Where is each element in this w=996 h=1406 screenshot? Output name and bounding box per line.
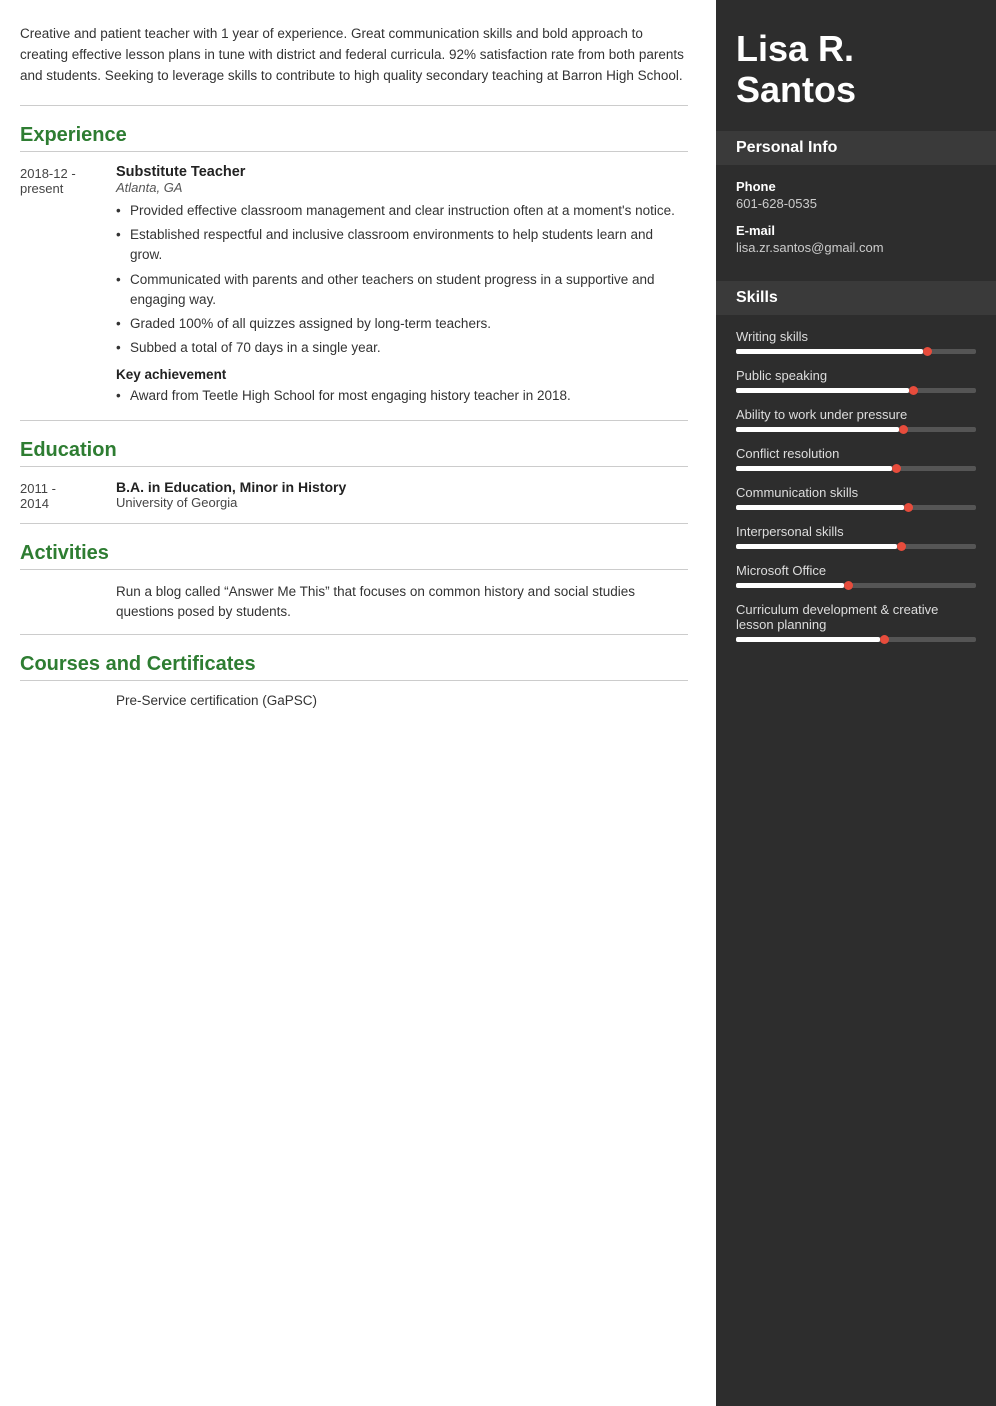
- skill-item: Interpersonal skills: [736, 524, 976, 549]
- summary-section: Creative and patient teacher with 1 year…: [20, 24, 688, 106]
- left-column: Creative and patient teacher with 1 year…: [0, 0, 716, 1406]
- skill-name: Public speaking: [736, 368, 976, 383]
- personal-info-section: Phone 601-628-0535 E-mail lisa.zr.santos…: [716, 165, 996, 281]
- email-value: lisa.zr.santos@gmail.com: [736, 240, 976, 255]
- key-achievement-label: Key achievement: [116, 367, 688, 382]
- skill-bar-fill: [736, 583, 844, 588]
- job-title: Substitute Teacher: [116, 164, 688, 180]
- skill-bar-bg: [736, 583, 976, 588]
- phone-label: Phone: [736, 179, 976, 194]
- skill-bar-dot: [880, 635, 889, 644]
- experience-content: Substitute Teacher Atlanta, GA Provided …: [116, 164, 688, 410]
- education-entry: 2011 - 2014 B.A. in Education, Minor in …: [20, 479, 688, 511]
- skill-bar-bg: [736, 349, 976, 354]
- skill-name: Communication skills: [736, 485, 976, 500]
- name-header: Lisa R. Santos: [716, 0, 996, 131]
- skill-bar-bg: [736, 505, 976, 510]
- skills-section: Writing skills Public speaking Ability to …: [716, 315, 996, 670]
- skill-name: Writing skills: [736, 329, 976, 344]
- skill-item: Public speaking: [736, 368, 976, 393]
- skill-bar-fill: [736, 427, 899, 432]
- experience-entry: 2018-12 - present Substitute Teacher Atl…: [20, 164, 688, 410]
- skill-bar-dot: [923, 347, 932, 356]
- skills-header: Skills: [716, 281, 996, 315]
- personal-info-header: Personal Info: [716, 131, 996, 165]
- skill-bar-dot: [844, 581, 853, 590]
- skill-bar-fill: [736, 505, 904, 510]
- experience-section: Experience 2018-12 - present Substitute …: [20, 124, 688, 421]
- bullet-item: Subbed a total of 70 days in a single ye…: [116, 338, 688, 358]
- resume-container: Creative and patient teacher with 1 year…: [0, 0, 996, 1406]
- skill-bar-fill: [736, 466, 892, 471]
- right-column: Lisa R. Santos Personal Info Phone 601-6…: [716, 0, 996, 1406]
- skill-bar-bg: [736, 466, 976, 471]
- bullet-item: Graded 100% of all quizzes assigned by l…: [116, 314, 688, 334]
- education-title: Education: [20, 439, 688, 467]
- edu-school: University of Georgia: [116, 495, 688, 510]
- courses-entry: Pre-Service certification (GaPSC): [20, 693, 688, 708]
- skill-bar-fill: [736, 637, 880, 642]
- skill-bar-dot: [899, 425, 908, 434]
- skill-bar-fill: [736, 388, 909, 393]
- skill-bar-bg: [736, 427, 976, 432]
- name-line2: Santos: [736, 69, 856, 110]
- skill-bar-bg: [736, 637, 976, 642]
- skill-name: Conflict resolution: [736, 446, 976, 461]
- skill-bar-dot: [897, 542, 906, 551]
- activities-entry: Run a blog called “Answer Me This” that …: [20, 582, 688, 623]
- skill-bar-fill: [736, 544, 897, 549]
- activities-date: [20, 582, 100, 623]
- job-location: Atlanta, GA: [116, 180, 688, 195]
- education-date: 2011 - 2014: [20, 479, 100, 511]
- edu-degree: B.A. in Education, Minor in History: [116, 479, 688, 495]
- experience-date: 2018-12 - present: [20, 164, 100, 410]
- activities-text: Run a blog called “Answer Me This” that …: [116, 582, 688, 623]
- skill-bar-dot: [909, 386, 918, 395]
- candidate-name: Lisa R. Santos: [736, 28, 976, 111]
- skill-bar-bg: [736, 388, 976, 393]
- bullet-item: Communicated with parents and other teac…: [116, 270, 688, 311]
- name-line1: Lisa R.: [736, 28, 854, 69]
- skill-item: Conflict resolution: [736, 446, 976, 471]
- activities-section: Activities Run a blog called “Answer Me …: [20, 542, 688, 636]
- skill-bar-dot: [892, 464, 901, 473]
- skill-item: Writing skills: [736, 329, 976, 354]
- skill-bar-dot: [904, 503, 913, 512]
- skill-item: Communication skills: [736, 485, 976, 510]
- courses-title: Courses and Certificates: [20, 653, 688, 681]
- skill-bar-bg: [736, 544, 976, 549]
- skill-name: Microsoft Office: [736, 563, 976, 578]
- skill-name: Ability to work under pressure: [736, 407, 976, 422]
- courses-section: Courses and Certificates Pre-Service cer…: [20, 653, 688, 708]
- phone-value: 601-628-0535: [736, 196, 976, 211]
- skill-name: Curriculum development & creative lesson…: [736, 602, 976, 632]
- skill-bar-fill: [736, 349, 923, 354]
- education-section: Education 2011 - 2014 B.A. in Education,…: [20, 439, 688, 524]
- bullet-item: Established respectful and inclusive cla…: [116, 225, 688, 266]
- courses-text: Pre-Service certification (GaPSC): [116, 693, 317, 708]
- skill-item: Microsoft Office: [736, 563, 976, 588]
- education-content: B.A. in Education, Minor in History Univ…: [116, 479, 688, 511]
- activities-title: Activities: [20, 542, 688, 570]
- bullet-item: Provided effective classroom management …: [116, 201, 688, 221]
- achievement-item: Award from Teetle High School for most e…: [116, 386, 688, 406]
- achievement-list: Award from Teetle High School for most e…: [116, 386, 688, 406]
- summary-text: Creative and patient teacher with 1 year…: [20, 24, 688, 87]
- skill-name: Interpersonal skills: [736, 524, 976, 539]
- skill-item: Ability to work under pressure: [736, 407, 976, 432]
- experience-title: Experience: [20, 124, 688, 152]
- skill-item: Curriculum development & creative lesson…: [736, 602, 976, 642]
- courses-date: [20, 693, 100, 708]
- email-label: E-mail: [736, 223, 976, 238]
- bullet-list: Provided effective classroom management …: [116, 201, 688, 359]
